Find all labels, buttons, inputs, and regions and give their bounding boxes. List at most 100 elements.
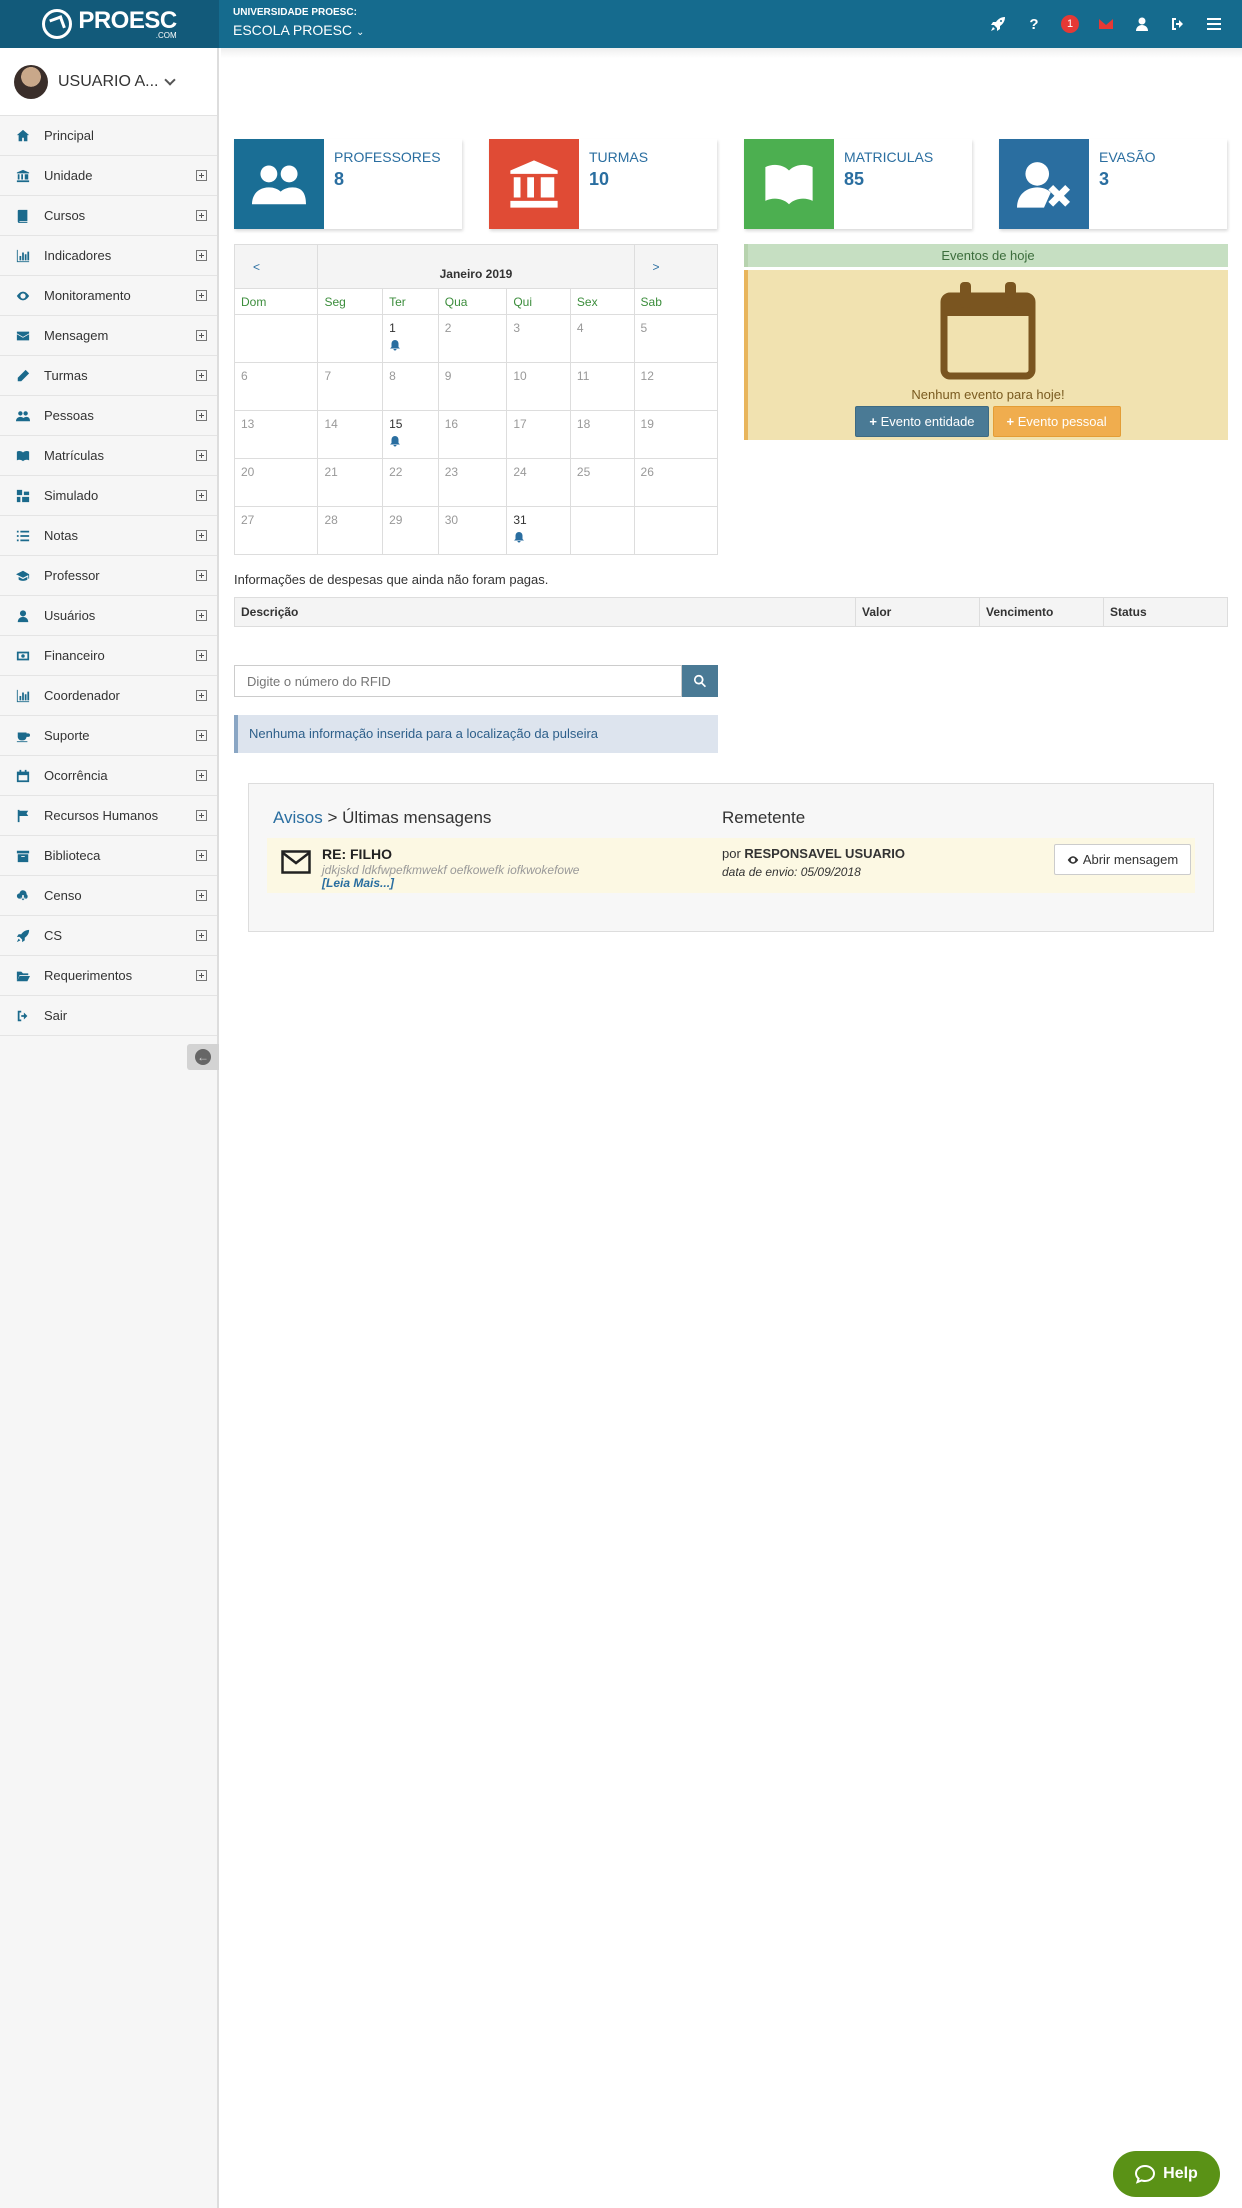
expand-icon[interactable]	[196, 250, 207, 261]
calendar-prev-button[interactable]: <	[233, 244, 319, 289]
calendar-day[interactable]: 6	[233, 362, 319, 411]
expand-icon[interactable]	[196, 970, 207, 981]
avisos-link[interactable]: Avisos	[273, 808, 323, 827]
calendar-day[interactable]: 8	[382, 362, 439, 411]
expand-icon[interactable]	[196, 450, 207, 461]
calendar-day[interactable]: 21	[317, 458, 384, 507]
calendar-day[interactable]: 9	[437, 362, 508, 411]
open-message-button[interactable]: Abrir mensagem	[1054, 844, 1191, 875]
sidebar-item-usuarios[interactable]: Usuários	[0, 596, 217, 636]
expand-icon[interactable]	[196, 810, 207, 821]
sidebar-item-cursos[interactable]: Cursos	[0, 196, 217, 236]
calendar-day[interactable]: 14	[317, 410, 384, 459]
calendar-day[interactable]: 24	[506, 458, 571, 507]
calendar-day[interactable]: 27	[233, 506, 319, 555]
expand-icon[interactable]	[196, 290, 207, 301]
hamburger-menu-icon[interactable]	[1196, 0, 1232, 48]
sidebar-item-financeiro[interactable]: Financeiro	[0, 636, 217, 676]
expand-icon[interactable]	[196, 850, 207, 861]
expand-icon[interactable]	[196, 530, 207, 541]
expand-icon[interactable]	[196, 570, 207, 581]
sidebar-item-turmas[interactable]: Turmas	[0, 356, 217, 396]
sidebar-item-mensagem[interactable]: Mensagem	[0, 316, 217, 356]
column-header[interactable]: Descrição	[234, 597, 856, 627]
sidebar-item-suporte[interactable]: Suporte	[0, 716, 217, 756]
expand-icon[interactable]	[196, 770, 207, 781]
add-entity-event-button[interactable]: + Evento entidade	[855, 406, 989, 437]
column-header[interactable]: Vencimento	[979, 597, 1104, 627]
sidebar-item-cs[interactable]: CS	[0, 916, 217, 956]
calendar-day[interactable]: 26	[633, 458, 719, 507]
calendar-day[interactable]: 7	[317, 362, 384, 411]
expand-icon[interactable]	[196, 690, 207, 701]
sidebar-item-professor[interactable]: Professor	[0, 556, 217, 596]
bell-icon[interactable]	[389, 339, 401, 351]
stat-card-evasão[interactable]: EVASÃO 3	[999, 139, 1227, 229]
column-header[interactable]: Valor	[855, 597, 980, 627]
expand-icon[interactable]	[196, 170, 207, 181]
expand-icon[interactable]	[196, 730, 207, 741]
envelope-icon[interactable]	[1088, 0, 1124, 48]
calendar-day[interactable]: 31	[506, 506, 571, 555]
expand-icon[interactable]	[196, 210, 207, 221]
calendar-day[interactable]: 4	[569, 314, 635, 363]
calendar-day[interactable]: 1	[382, 314, 439, 363]
calendar-day[interactable]: 11	[569, 362, 635, 411]
sidebar-item-indicadores[interactable]: Indicadores	[0, 236, 217, 276]
calendar-day[interactable]: 17	[506, 410, 571, 459]
calendar-day[interactable]: 2	[437, 314, 508, 363]
sign-out-icon[interactable]	[1160, 0, 1196, 48]
collapse-sidebar-button[interactable]: ←	[187, 1044, 219, 1070]
calendar-next-button[interactable]: >	[633, 244, 719, 289]
sidebar-item-ocorrencia[interactable]: Ocorrência	[0, 756, 217, 796]
calendar-day[interactable]: 22	[382, 458, 439, 507]
calendar-day[interactable]: 20	[233, 458, 319, 507]
calendar-day[interactable]: 5	[633, 314, 719, 363]
calendar-day[interactable]: 30	[437, 506, 508, 555]
sidebar-item-sair[interactable]: Sair	[0, 996, 217, 1036]
expand-icon[interactable]	[196, 890, 207, 901]
calendar-day[interactable]: 16	[437, 410, 508, 459]
bell-icon[interactable]	[389, 435, 401, 447]
sidebar-item-simulado[interactable]: Simulado	[0, 476, 217, 516]
calendar-day[interactable]: 10	[506, 362, 571, 411]
expand-icon[interactable]	[196, 370, 207, 381]
rocket-icon[interactable]	[980, 0, 1016, 48]
sidebar-item-biblioteca[interactable]: Biblioteca	[0, 836, 217, 876]
stat-card-professores[interactable]: PROFESSORES 8	[234, 139, 462, 229]
stat-card-matriculas[interactable]: MATRICULAS 85	[744, 139, 972, 229]
sidebar-item-monitoramento[interactable]: Monitoramento	[0, 276, 217, 316]
add-personal-event-button[interactable]: + Evento pessoal	[992, 406, 1121, 437]
institution-selector[interactable]: UNIVERSIDADE PROESC: ESCOLA PROESC ⌄	[233, 7, 364, 38]
expand-icon[interactable]	[196, 330, 207, 341]
calendar-day[interactable]: 13	[233, 410, 319, 459]
sidebar-item-matriculas[interactable]: Matrículas	[0, 436, 217, 476]
bell-icon[interactable]	[513, 531, 525, 543]
expand-icon[interactable]	[196, 650, 207, 661]
notifications-button[interactable]: 1	[1052, 0, 1088, 48]
calendar-day[interactable]: 12	[633, 362, 719, 411]
sidebar-item-requerimentos[interactable]: Requerimentos	[0, 956, 217, 996]
calendar-day[interactable]: 19	[633, 410, 719, 459]
sidebar-item-unidade[interactable]: Unidade	[0, 156, 217, 196]
calendar-day[interactable]: 15	[382, 410, 439, 459]
calendar-day[interactable]: 28	[317, 506, 384, 555]
sidebar-item-coordenador[interactable]: Coordenador	[0, 676, 217, 716]
sidebar-item-censo[interactable]: Censo	[0, 876, 217, 916]
sidebar-item-pessoas[interactable]: Pessoas	[0, 396, 217, 436]
calendar-day[interactable]: 3	[506, 314, 571, 363]
expand-icon[interactable]	[196, 490, 207, 501]
expand-icon[interactable]	[196, 410, 207, 421]
user-icon[interactable]	[1124, 0, 1160, 48]
stat-card-turmas[interactable]: TURMAS 10	[489, 139, 717, 229]
rfid-search-button[interactable]	[682, 665, 718, 697]
user-menu[interactable]: USUARIO A...	[0, 48, 217, 116]
calendar-day[interactable]: 23	[437, 458, 508, 507]
read-more-link[interactable]: [Leia Mais...]	[322, 876, 394, 890]
calendar-day[interactable]: 29	[382, 506, 439, 555]
column-header[interactable]: Status	[1103, 597, 1228, 627]
question-icon[interactable]: ?	[1016, 0, 1052, 48]
expand-icon[interactable]	[196, 610, 207, 621]
expand-icon[interactable]	[196, 930, 207, 941]
calendar-day[interactable]: 25	[569, 458, 635, 507]
